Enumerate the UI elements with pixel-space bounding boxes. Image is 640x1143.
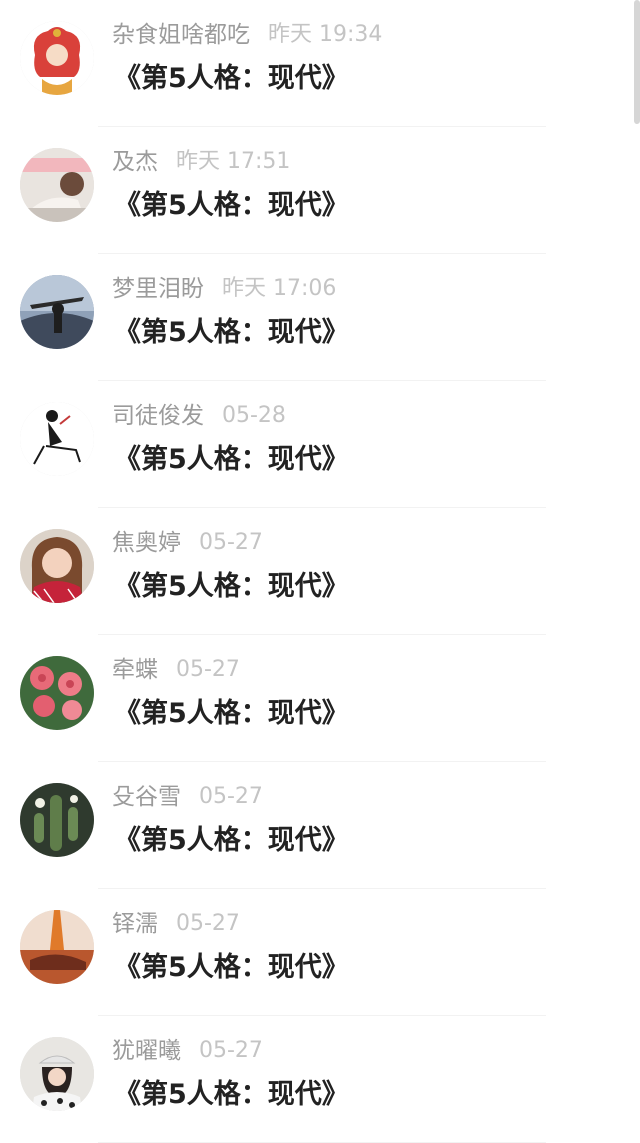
message-time: 05-28: [222, 403, 286, 428]
message-row[interactable]: 铎濡 05-27 《第5人格：现代》: [0, 889, 640, 1016]
sender-name[interactable]: 铎濡: [112, 911, 158, 937]
avatar[interactable]: [20, 1037, 94, 1111]
roses-avatar-image: [20, 656, 94, 730]
sender-name[interactable]: 焦奥婷: [112, 530, 181, 556]
message-text[interactable]: 《第5人格：现代》: [114, 949, 349, 987]
message-text[interactable]: 《第5人格：现代》: [114, 441, 349, 479]
message-text[interactable]: 《第5人格：现代》: [114, 60, 349, 98]
avatar[interactable]: [20, 148, 94, 222]
message-time: 昨天 17:51: [176, 149, 291, 174]
illustrated-figure-avatar-image: [20, 21, 94, 95]
message-row[interactable]: 杂食姐啥都吃 昨天 19:34 《第5人格：现代》: [0, 0, 640, 127]
avatar[interactable]: [20, 783, 94, 857]
message-text[interactable]: 《第5人格：现代》: [114, 695, 349, 733]
avatar[interactable]: [20, 402, 94, 476]
message-row[interactable]: 梦里泪盼 昨天 17:06 《第5人格：现代》: [0, 254, 640, 381]
girl-portrait-avatar-image: [20, 529, 94, 603]
silhouette-sky-avatar-image: [20, 275, 94, 349]
sunset-figure-avatar-image: [20, 910, 94, 984]
sender-name[interactable]: 牵蝶: [112, 657, 158, 683]
scrollbar[interactable]: [634, 0, 640, 124]
sender-name[interactable]: 及杰: [112, 149, 158, 175]
message-row[interactable]: 焦奥婷 05-27 《第5人格：现代》: [0, 508, 640, 635]
girl-hat-avatar-image: [20, 1037, 94, 1111]
sender-name[interactable]: 司徒俊发: [112, 403, 204, 429]
message-text[interactable]: 《第5人格：现代》: [114, 568, 349, 606]
avatar[interactable]: [20, 529, 94, 603]
message-text[interactable]: 《第5人格：现代》: [114, 314, 349, 352]
message-row[interactable]: 殳谷雪 05-27 《第5人格：现代》: [0, 762, 640, 889]
sender-name[interactable]: 杂食姐啥都吃: [112, 22, 250, 48]
message-row[interactable]: 及杰 昨天 17:51 《第5人格：现代》: [0, 127, 640, 254]
avatar[interactable]: [20, 656, 94, 730]
message-list: 杂食姐啥都吃 昨天 19:34 《第5人格：现代》 及杰 昨天 17:51 《第5人…: [0, 0, 640, 1143]
sender-name[interactable]: 梦里泪盼: [112, 276, 204, 302]
message-text[interactable]: 《第5人格：现代》: [114, 1076, 349, 1114]
message-row[interactable]: 犹曜曦 05-27 《第5人格：现代》: [0, 1016, 640, 1143]
avatar[interactable]: [20, 910, 94, 984]
message-row[interactable]: 司徒俊发 05-28 《第5人格：现代》: [0, 381, 640, 508]
message-time: 昨天 19:34: [268, 22, 383, 47]
message-time: 昨天 17:06: [222, 276, 337, 301]
avatar[interactable]: [20, 21, 94, 95]
sender-name[interactable]: 殳谷雪: [112, 784, 181, 810]
sketch-figure-avatar-image: [20, 402, 94, 476]
sender-name[interactable]: 犹曜曦: [112, 1038, 181, 1064]
message-time: 05-27: [199, 530, 263, 555]
message-time: 05-27: [199, 784, 263, 809]
cactus-avatar-image: [20, 783, 94, 857]
girl-photo-avatar-image: [20, 148, 94, 222]
avatar[interactable]: [20, 275, 94, 349]
message-time: 05-27: [176, 911, 240, 936]
message-text[interactable]: 《第5人格：现代》: [114, 187, 349, 225]
message-row[interactable]: 牵蝶 05-27 《第5人格：现代》: [0, 635, 640, 762]
message-time: 05-27: [176, 657, 240, 682]
message-text[interactable]: 《第5人格：现代》: [114, 822, 349, 860]
message-time: 05-27: [199, 1038, 263, 1063]
